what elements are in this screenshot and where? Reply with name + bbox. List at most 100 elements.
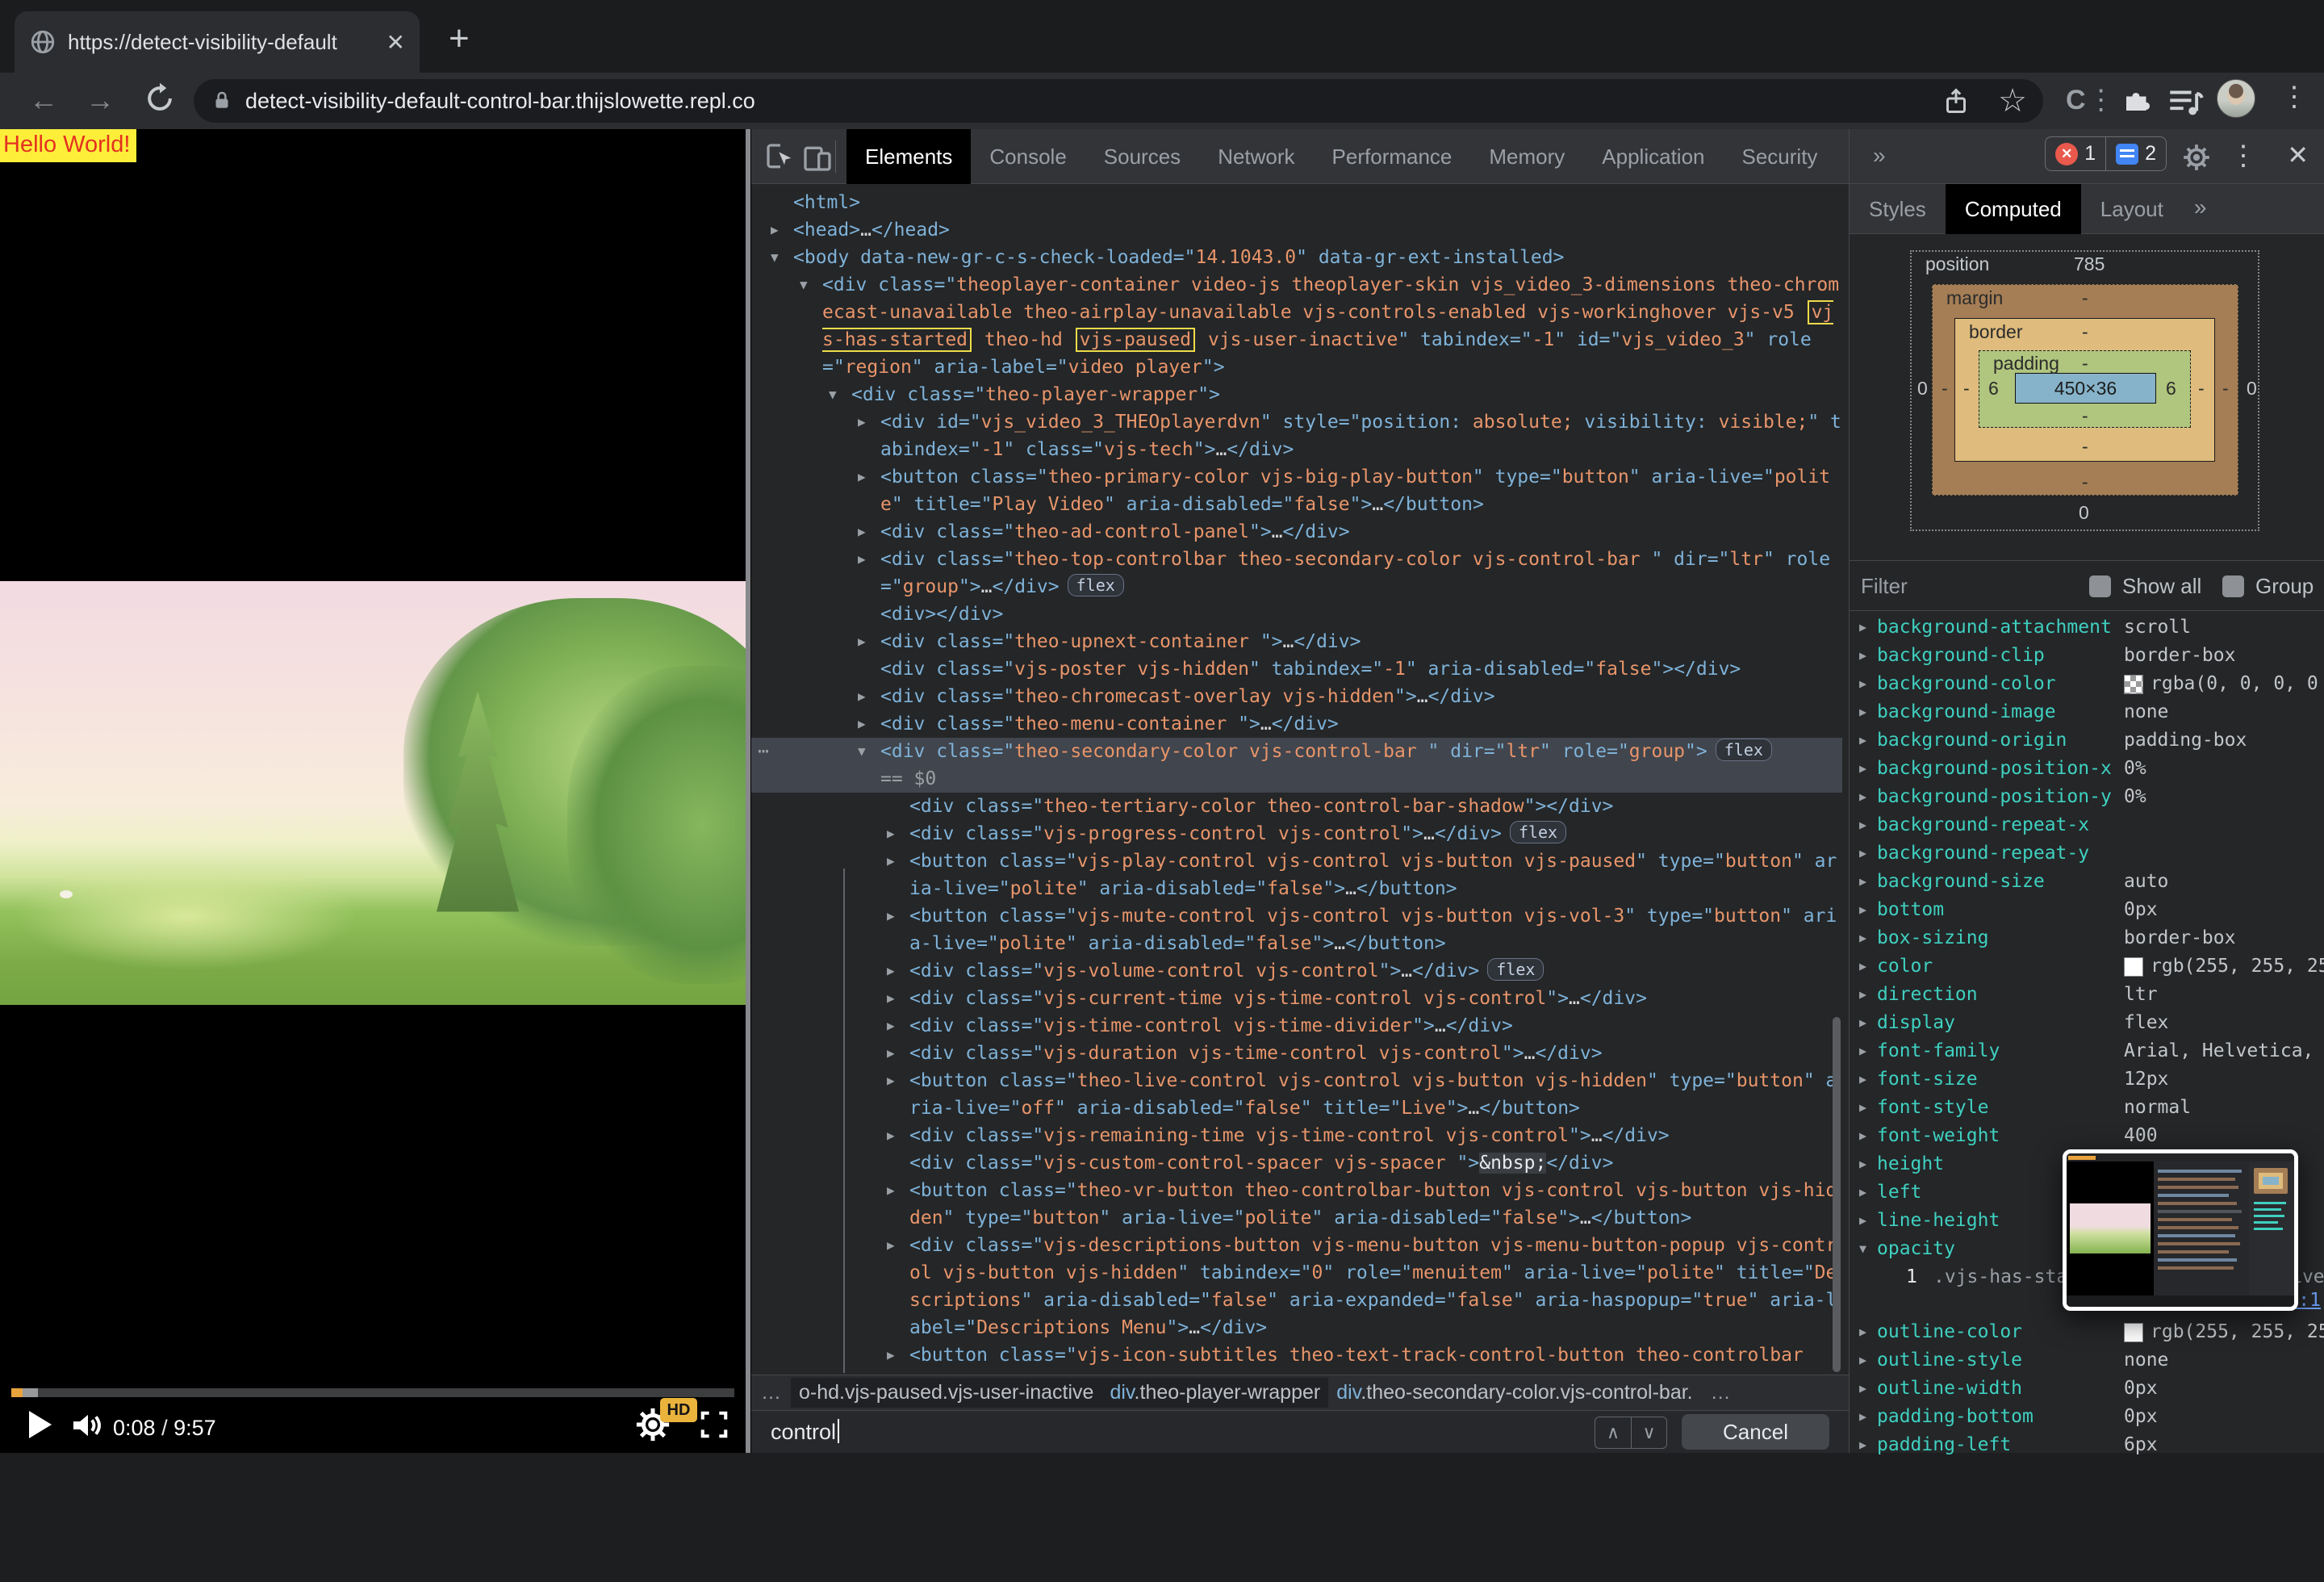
previous-match-button[interactable]: ∧ xyxy=(1595,1417,1631,1448)
expand-arrow-icon[interactable]: ▶ xyxy=(1859,1009,1866,1037)
computed-property-row[interactable]: ▶colorrgb(255, 255, 25 xyxy=(1850,952,2324,981)
color-swatch[interactable] xyxy=(2124,957,2143,977)
video-frame[interactable] xyxy=(0,581,746,1005)
expand-arrow-icon[interactable]: ▶ xyxy=(887,820,895,848)
margin-top-value[interactable]: - xyxy=(2082,287,2088,309)
fullscreen-icon[interactable] xyxy=(699,1409,729,1440)
computed-property-row[interactable]: ▶background-imagenone xyxy=(1850,698,2324,726)
search-input[interactable]: control xyxy=(771,1419,839,1445)
dom-tree-row[interactable]: ⋯▼<div class="theo-secondary-color vjs-c… xyxy=(751,738,1842,793)
dom-tree-row[interactable]: ▶<div class="theo-menu-container ">…</di… xyxy=(751,710,1842,738)
computed-property-row[interactable]: ▶outline-stylenone xyxy=(1850,1346,2324,1375)
computed-property-row[interactable]: ▶background-repeat-y xyxy=(1850,839,2324,868)
expand-arrow-icon[interactable]: ▶ xyxy=(858,546,866,573)
expand-arrow-icon[interactable]: ▶ xyxy=(887,902,895,930)
tab-sources[interactable]: Sources xyxy=(1085,129,1199,184)
dom-tree-row[interactable]: ▼<div class="theo-player-wrapper"> xyxy=(751,381,1842,408)
position-top-value[interactable]: 785 xyxy=(2074,253,2105,275)
dom-tree-row[interactable]: ▶<button class="theo-primary-color vjs-b… xyxy=(751,463,1842,518)
expand-arrow-icon[interactable]: ▶ xyxy=(887,1232,895,1259)
computed-property-row[interactable]: ▶background-colorrgba(0, 0, 0, 0 xyxy=(1850,670,2324,698)
dom-tree-row[interactable]: <div class="vjs-custom-control-spacer vj… xyxy=(751,1149,1842,1177)
computed-property-row[interactable]: ▶background-clipborder-box xyxy=(1850,642,2324,670)
expand-arrow-icon[interactable]: ▶ xyxy=(1859,783,1866,811)
breadcrumb-overflow-left[interactable]: … xyxy=(751,1381,791,1404)
expand-arrow-icon[interactable]: ▶ xyxy=(887,1341,895,1369)
dom-tree-row[interactable]: ▶<div class="theo-top-controlbar theo-se… xyxy=(751,546,1842,601)
expand-arrow-icon[interactable]: ▶ xyxy=(858,683,866,710)
dom-tree-row[interactable]: ▶<div class="vjs-progress-control vjs-co… xyxy=(751,820,1842,848)
expand-arrow-icon[interactable]: ▶ xyxy=(1859,811,1866,839)
expand-arrow-icon[interactable]: ▶ xyxy=(1859,1065,1866,1094)
expand-arrow-icon[interactable]: ▶ xyxy=(887,985,895,1012)
filter-label[interactable]: Filter xyxy=(1861,574,1908,599)
expand-arrow-icon[interactable]: ▶ xyxy=(1859,981,1866,1009)
profile-avatar[interactable] xyxy=(2217,79,2255,118)
padding-bottom-value[interactable]: - xyxy=(2082,405,2088,427)
expand-arrow-icon[interactable]: ▶ xyxy=(1859,1431,1866,1459)
flex-badge[interactable]: flex xyxy=(1510,821,1566,843)
box-model-content-box[interactable]: 450×36 xyxy=(2015,373,2156,404)
border-bottom-value[interactable]: - xyxy=(2082,436,2088,458)
expand-arrow-icon[interactable]: ▶ xyxy=(1859,642,1866,670)
dom-tree-row[interactable]: ▶<div class="vjs-volume-control vjs-cont… xyxy=(751,957,1842,985)
forward-button[interactable]: → xyxy=(86,82,115,118)
expand-arrow-icon[interactable]: ▶ xyxy=(1859,726,1866,755)
dom-tree-row[interactable]: ▼<div class="theoplayer-container video-… xyxy=(751,271,1842,381)
dom-tree-row[interactable]: ▶<div class="vjs-time-control vjs-time-d… xyxy=(751,1012,1842,1040)
group-checkbox[interactable] xyxy=(2222,575,2244,597)
color-swatch[interactable] xyxy=(2124,1323,2143,1342)
dom-tree-row[interactable]: ▶<button class="theo-vr-button theo-cont… xyxy=(751,1177,1842,1232)
device-toolbar-icon[interactable] xyxy=(801,141,834,174)
dom-tree-row[interactable]: ▶<div class="theo-chromecast-overlay vjs… xyxy=(751,683,1842,710)
expand-arrow-icon[interactable]: ▶ xyxy=(1859,868,1866,896)
computed-property-row[interactable]: ▶background-sizeauto xyxy=(1850,868,2324,896)
dom-tree-row[interactable]: ▶<button class="vjs-play-control vjs-con… xyxy=(751,848,1842,902)
dom-tree-row[interactable]: ▶<button class="vjs-mute-control vjs-con… xyxy=(751,902,1842,957)
row-actions-dots-icon[interactable]: ⋯ xyxy=(758,738,769,765)
expand-arrow-icon[interactable]: ▶ xyxy=(1859,1150,1866,1178)
share-icon[interactable] xyxy=(1942,85,1971,117)
computed-property-row[interactable]: ▶outline-colorrgb(255, 255, 25 xyxy=(1850,1318,2324,1346)
tab-elements[interactable]: Elements xyxy=(846,129,971,184)
breadcrumb-item[interactable]: o-hd.vjs-paused.vjs-user-inactive xyxy=(791,1378,1101,1408)
collapse-arrow-icon[interactable]: ▼ xyxy=(829,381,837,408)
cancel-button[interactable]: Cancel xyxy=(1682,1414,1829,1450)
tab-application[interactable]: Application xyxy=(1583,129,1723,184)
dom-tree-row[interactable]: <div></div> xyxy=(751,601,1842,628)
border-top-value[interactable]: - xyxy=(2082,321,2088,343)
collapse-arrow-icon[interactable]: ▼ xyxy=(1859,1235,1866,1263)
computed-property-row[interactable]: ▶padding-left6px xyxy=(1850,1431,2324,1459)
dom-tree-row[interactable]: ▶<div class="theo-upnext-container ">…</… xyxy=(751,628,1842,655)
expand-arrow-icon[interactable]: ▶ xyxy=(887,1012,895,1040)
dom-tree-row[interactable]: ▶<div class="theo-ad-control-panel">…</d… xyxy=(751,518,1842,546)
tab-memory[interactable]: Memory xyxy=(1470,129,1583,184)
dom-tree-row[interactable]: <html> xyxy=(751,189,1842,216)
browser-menu-kebab-icon[interactable]: ⋮ xyxy=(2280,81,2308,113)
expand-arrow-icon[interactable]: ▶ xyxy=(858,710,866,738)
computed-property-row[interactable]: ▶displayflex xyxy=(1850,1009,2324,1037)
computed-property-row[interactable]: ▶font-familyArial, Helvetica, xyxy=(1850,1037,2324,1065)
inspect-element-icon[interactable] xyxy=(764,141,796,174)
dom-tree-row[interactable]: ▶<button class="theo-live-control vjs-co… xyxy=(751,1067,1842,1122)
margin-right-value[interactable]: - xyxy=(2222,378,2229,400)
tab-security[interactable]: Security xyxy=(1724,129,1837,184)
expand-arrow-icon[interactable]: ▶ xyxy=(887,1040,895,1067)
expand-arrow-icon[interactable]: ▶ xyxy=(771,216,779,244)
sidebar-tab-styles[interactable]: Styles xyxy=(1850,184,1946,234)
expand-arrow-icon[interactable]: ▶ xyxy=(1859,1318,1866,1346)
elements-scrollbar[interactable] xyxy=(1833,1017,1841,1372)
margin-bottom-value[interactable]: - xyxy=(2082,471,2088,493)
extension-c-icon[interactable]: C⋮ xyxy=(2066,84,2117,116)
play-button[interactable] xyxy=(29,1411,52,1438)
flex-badge[interactable]: flex xyxy=(1487,958,1544,981)
tab-close-icon[interactable]: ✕ xyxy=(387,29,405,56)
border-right-value[interactable]: - xyxy=(2198,378,2205,400)
show-all-label[interactable]: Show all xyxy=(2122,574,2201,599)
dom-tree-row[interactable]: ▶<div class="vjs-remaining-time vjs-time… xyxy=(751,1122,1842,1149)
dom-tree-row[interactable]: <div class="theo-tertiary-color theo-con… xyxy=(751,793,1842,820)
expand-arrow-icon[interactable]: ▶ xyxy=(1859,670,1866,698)
expand-arrow-icon[interactable]: ▶ xyxy=(1859,924,1866,952)
expand-arrow-icon[interactable]: ▶ xyxy=(1859,755,1866,783)
dom-tree-row[interactable]: ▶<div id="vjs_video_3_THEOplayerdvn" sty… xyxy=(751,408,1842,463)
